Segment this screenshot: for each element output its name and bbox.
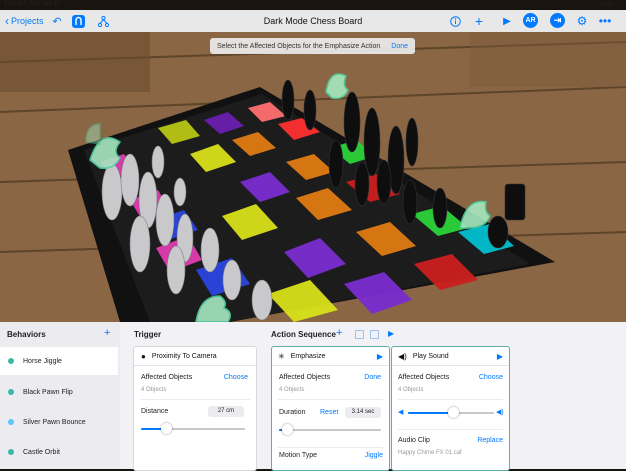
wifi-icon: ◔ (594, 2, 598, 8)
status-date: Tue Sep 10 (29, 1, 61, 7)
audio-clip-label: Audio Clip (398, 437, 430, 444)
copy-icon[interactable] (355, 330, 364, 339)
affected-objects-label: Affected Objects (141, 374, 193, 381)
behaviors-toggle-icon[interactable]: ⇥ (550, 13, 565, 28)
affected-objects-label: Affected Objects (398, 374, 450, 381)
anchor-icon[interactable] (71, 14, 85, 28)
duration-value[interactable]: 3.14 sec (345, 407, 381, 418)
replace-clip-button[interactable]: Replace (477, 437, 503, 444)
status-bar: 9:41 AM Tue Sep 10 ◔ 100% ▭ (0, 0, 626, 10)
speaker-icon: ◀) (398, 351, 407, 361)
distance-label: Distance (141, 408, 169, 415)
volume-slider-fill (408, 412, 453, 414)
trigger-card[interactable]: ● Proximity To Camera Affected Objects C… (133, 346, 257, 471)
person-icon: ● (141, 351, 146, 361)
duration-slider-knob[interactable] (282, 424, 293, 435)
ar-button[interactable]: AR (523, 13, 538, 28)
trigger-header: Trigger (134, 330, 162, 339)
chevron-left-icon: ‹ (5, 14, 9, 28)
play-icon[interactable]: ▶ (500, 14, 514, 28)
affected-count: 4 Objects (141, 387, 167, 393)
duration-label: Duration (279, 409, 306, 416)
add-behavior-button[interactable]: + (104, 327, 110, 339)
status-battery: 100% (599, 2, 615, 8)
ar-label: AR (525, 17, 536, 24)
play-sound-card-title: Play Sound (412, 352, 449, 360)
play-emphasize-icon[interactable]: ▶ (377, 352, 383, 361)
emphasize-card[interactable]: ✳ Emphasize ▶ Affected Objects Done 4 Ob… (271, 346, 390, 471)
trigger-card-header: ● Proximity To Camera (134, 347, 256, 366)
info-icon[interactable] (448, 14, 462, 28)
back-label: Projects (11, 16, 44, 26)
volume-high-icon: ◀) (496, 409, 504, 416)
banner-done-button[interactable]: Done (391, 43, 408, 50)
chess-scene-illustration (0, 32, 626, 322)
play-sound-card-header: ◀) Play Sound (392, 347, 509, 366)
done-selecting-button[interactable]: Done (364, 374, 381, 381)
distance-slider-knob[interactable] (161, 423, 172, 434)
behavior-color-dot (8, 449, 14, 455)
affected-count: 4 Objects (398, 387, 424, 393)
choose-objects-button[interactable]: Choose (224, 374, 248, 381)
duration-slider-track[interactable] (279, 429, 381, 431)
behavior-label: Black Pawn Flip (23, 388, 73, 396)
emphasize-card-title: Emphasize (290, 352, 326, 360)
battery-icon: ▭ (616, 2, 622, 8)
action-sequence-header: Action Sequence (271, 330, 336, 339)
choose-objects-button[interactable]: Choose (479, 374, 503, 381)
status-time: 9:41 AM (4, 1, 27, 7)
ar-scene-viewport[interactable]: Select the Affected Objects for the Emph… (0, 32, 626, 322)
more-icon[interactable]: ••• (598, 14, 612, 28)
selection-banner: Select the Affected Objects for the Emph… (210, 38, 415, 54)
behavior-label: Silver Pawn Bounce (23, 418, 86, 426)
behavior-label: Horse Jiggle (23, 357, 62, 365)
banner-message: Select the Affected Objects for the Emph… (217, 42, 381, 50)
layers-icon[interactable] (370, 330, 379, 339)
behaviors-header: Behaviors (7, 330, 46, 339)
add-icon[interactable]: + (472, 13, 486, 29)
affected-count: 4 Objects (279, 387, 305, 393)
behaviors-panel: Behaviors + Horse Jiggle Black Pawn Flip… (0, 322, 626, 471)
add-action-button[interactable]: + (336, 327, 342, 339)
play-sequence-icon[interactable]: ▶ (388, 329, 394, 338)
divider (140, 399, 250, 400)
emphasize-icon: ✳ (278, 351, 285, 361)
behavior-item-silver-pawn-bounce[interactable]: Silver Pawn Bounce (0, 408, 118, 436)
behavior-item-horse-jiggle[interactable]: Horse Jiggle (0, 347, 118, 375)
hierarchy-icon[interactable] (96, 14, 110, 28)
behavior-label: Castle Orbit (23, 448, 60, 456)
behavior-color-dot (8, 419, 14, 425)
divider (398, 399, 503, 400)
trigger-card-title: Proximity To Camera (151, 352, 217, 360)
emphasize-card-header: ✳ Emphasize (272, 347, 389, 366)
navigation-bar: ‹ Projects ↶ Dark Mode Chess Board + ▶ A… (0, 10, 626, 33)
play-sound-preview-icon[interactable]: ▶ (497, 352, 503, 361)
distance-value[interactable]: 27 cm (208, 406, 244, 417)
duration-reset-button[interactable]: Reset (320, 409, 338, 416)
divider (278, 447, 383, 448)
behavior-color-dot (8, 358, 14, 364)
play-sound-card[interactable]: ◀) Play Sound ▶ Affected Objects Choose … (391, 346, 510, 471)
undo-icon[interactable]: ↶ (50, 14, 64, 28)
behavior-color-dot (8, 389, 14, 395)
divider (278, 399, 383, 400)
volume-low-icon: ◀ (398, 409, 404, 416)
behaviors-sidebar: Behaviors + Horse Jiggle Black Pawn Flip… (0, 322, 120, 469)
back-button[interactable]: ‹ Projects (5, 14, 44, 28)
motion-type-label: Motion Type (279, 452, 318, 459)
behavior-item-black-pawn-flip[interactable]: Black Pawn Flip (0, 378, 118, 406)
divider (398, 429, 503, 430)
motion-type-value[interactable]: Jiggle (365, 452, 383, 459)
audio-clip-name: Happy Chime FX 01.caf (398, 450, 462, 456)
behavior-item-castle-orbit[interactable]: Castle Orbit (0, 438, 118, 466)
affected-objects-label: Affected Objects (279, 374, 331, 381)
volume-slider-knob[interactable] (448, 407, 459, 418)
settings-gear-icon[interactable]: ⚙ (575, 14, 589, 28)
